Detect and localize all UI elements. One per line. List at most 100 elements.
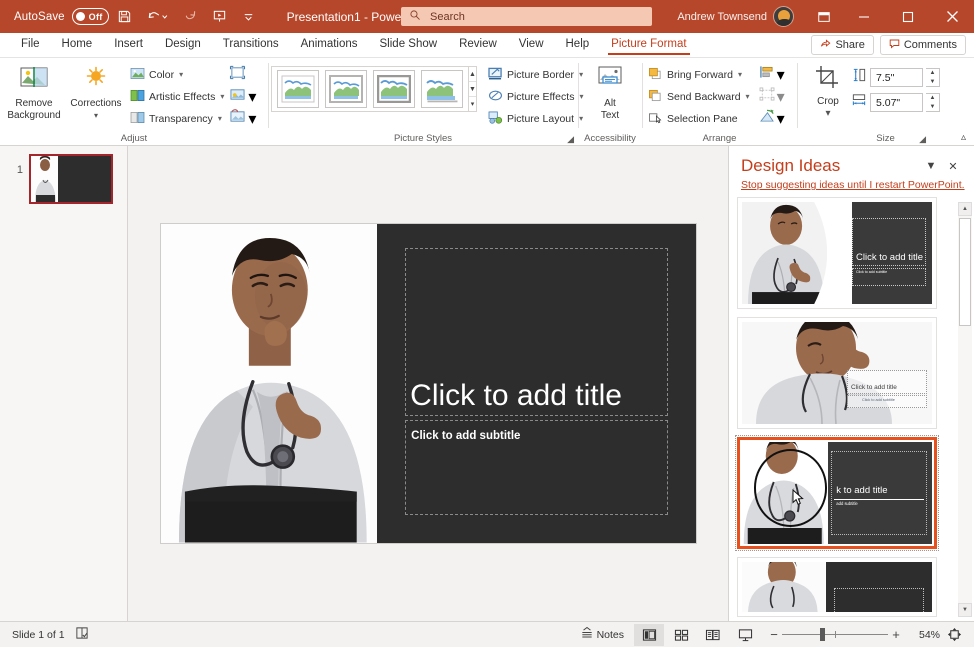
search-box[interactable]: Search [401,7,652,26]
slide-picture[interactable] [161,224,378,543]
crop-button[interactable]: Crop ▾ [805,62,851,120]
zoom-handle[interactable] [820,628,825,641]
remove-background-button[interactable]: Remove Background [3,62,65,122]
gallery-scroll-up-icon[interactable]: ▲ [469,67,476,81]
chevron-down-icon[interactable]: ▾ [777,87,785,107]
selection-pane-button[interactable]: Selection Pane [645,108,753,129]
tab-picture-format[interactable]: Picture Format [600,32,697,57]
picture-border-button[interactable]: Picture Border ▾ [485,64,587,85]
tab-file[interactable]: File [10,32,51,57]
close-icon[interactable] [930,0,974,33]
picture-style-item[interactable] [325,70,367,108]
alt-text-button[interactable]: Alt Text [581,62,639,122]
redo-icon[interactable] [178,4,204,30]
tab-animations[interactable]: Animations [290,32,369,57]
tab-home[interactable]: Home [51,32,104,57]
comments-button[interactable]: Comments [880,35,966,55]
shape-height-input[interactable]: 7.5" [870,68,923,87]
design-ideas-list[interactable]: Click to add title Click to add subtitle [729,197,974,621]
tab-transitions[interactable]: Transitions [212,32,290,57]
tab-view[interactable]: View [508,32,555,57]
picture-styles-gallery-scroll[interactable]: ▲ ▼ ▾ [469,66,477,112]
group-objects-button[interactable]: ▾ [757,86,787,107]
reset-picture-button[interactable]: ▾ [227,108,258,129]
scroll-up-icon[interactable]: ▲ [958,202,972,216]
fit-slide-to-window-button[interactable] [942,624,966,646]
tab-slide-show[interactable]: Slide Show [369,32,449,57]
start-slideshow-icon[interactable] [207,4,233,30]
change-picture-button[interactable]: ▾ [227,86,258,107]
undo-icon[interactable] [141,4,175,30]
zoom-out-button[interactable]: − [766,627,782,642]
picture-styles-dialog-launcher[interactable]: ◢ [567,134,574,145]
reading-view-button[interactable] [698,624,728,646]
gallery-more-icon[interactable]: ▾ [469,96,476,111]
zoom-track[interactable] [782,634,888,635]
notes-button[interactable]: Notes [572,624,632,646]
shape-height-stepper[interactable]: ▲ ▼ [926,68,940,87]
tab-insert[interactable]: Insert [103,32,154,57]
chevron-down-icon[interactable]: ▾ [248,87,256,107]
shape-width-input[interactable]: 5.07" [870,93,923,112]
title-placeholder[interactable]: Click to add title [405,248,667,416]
scrollbar-thumb[interactable] [959,218,971,326]
minimize-icon[interactable] [842,0,886,33]
stop-suggesting-ideas-link[interactable]: Stop suggesting ideas until I restart Po… [729,176,974,197]
corrections-button[interactable]: Corrections ▾ [65,62,127,122]
stepper-up-icon[interactable]: ▲ [926,69,939,78]
zoom-in-button[interactable]: + [888,627,904,642]
align-objects-button[interactable]: ▾ [757,64,787,85]
picture-effects-button[interactable]: Picture Effects ▾ [485,86,587,107]
slide-count-label[interactable]: Slide 1 of 1 [12,629,65,641]
normal-view-button[interactable] [634,624,664,646]
chevron-down-icon[interactable]: ▾ [777,65,785,85]
chevron-down-icon[interactable]: ▼ [920,156,942,176]
tab-review[interactable]: Review [448,32,508,57]
design-ideas-scrollbar[interactable]: ▲ ▼ [958,202,972,617]
tab-help[interactable]: Help [555,32,601,57]
chevron-down-icon[interactable]: ▾ [179,70,183,79]
size-dialog-launcher[interactable]: ◢ [919,134,926,145]
picture-styles-gallery[interactable] [271,66,469,112]
chevron-down-icon[interactable]: ▾ [218,114,222,123]
stepper-down-icon[interactable]: ▼ [926,78,939,87]
design-idea-3[interactable]: k to add title add subtitle [737,437,937,549]
subtitle-placeholder[interactable]: Click to add subtitle [405,420,667,515]
slide-thumbnail-pane[interactable]: 1 [0,146,128,621]
picture-style-item[interactable] [421,70,463,108]
rotate-objects-button[interactable]: ▾ [757,108,787,129]
design-idea-1[interactable]: Click to add title Click to add subtitle [737,197,937,309]
artistic-effects-button[interactable]: Artistic Effects ▾ [127,86,227,107]
chevron-down-icon[interactable]: ▾ [94,110,98,122]
chevron-down-icon[interactable]: ▾ [746,92,750,101]
design-idea-4[interactable] [737,557,937,617]
maximize-icon[interactable] [886,0,930,33]
search-input[interactable]: Search [430,11,465,23]
picture-style-item[interactable] [373,70,415,108]
slide-canvas[interactable]: Click to add title Click to add subtitle [161,224,696,543]
avatar[interactable] [773,6,794,27]
ribbon-display-options-icon[interactable] [806,0,842,33]
picture-layout-button[interactable]: Picture Layout ▾ [485,108,587,129]
stepper-up-icon[interactable]: ▲ [926,94,939,103]
autosave-toggle[interactable]: Off [72,8,109,25]
bring-forward-button[interactable]: Bring Forward ▾ [645,64,753,85]
slide-show-button[interactable] [730,624,760,646]
compress-pictures-button[interactable] [227,64,258,85]
slide-thumbnail-preview[interactable] [29,154,113,204]
slide-sorter-button[interactable] [666,624,696,646]
customize-quick-access-toolbar-icon[interactable] [236,4,262,30]
chevron-down-icon[interactable]: ▾ [825,108,830,120]
zoom-level-label[interactable]: 54% [910,629,940,641]
chevron-down-icon[interactable]: ▾ [248,109,256,129]
close-icon[interactable]: ✕ [942,156,964,176]
shape-width-stepper[interactable]: ▲ ▼ [926,93,940,112]
chevron-down-icon[interactable]: ▾ [738,70,742,79]
share-button[interactable]: Share [811,35,873,55]
design-idea-2[interactable]: Click to add title Click to add subtitle [737,317,937,429]
zoom-slider[interactable]: − + [766,627,904,642]
chevron-down-icon[interactable]: ▾ [220,92,224,101]
send-backward-button[interactable]: Send Backward ▾ [645,86,753,107]
collapse-ribbon-icon[interactable]: ▵ [961,132,966,143]
slide-thumbnail-1[interactable]: 1 [0,154,127,204]
